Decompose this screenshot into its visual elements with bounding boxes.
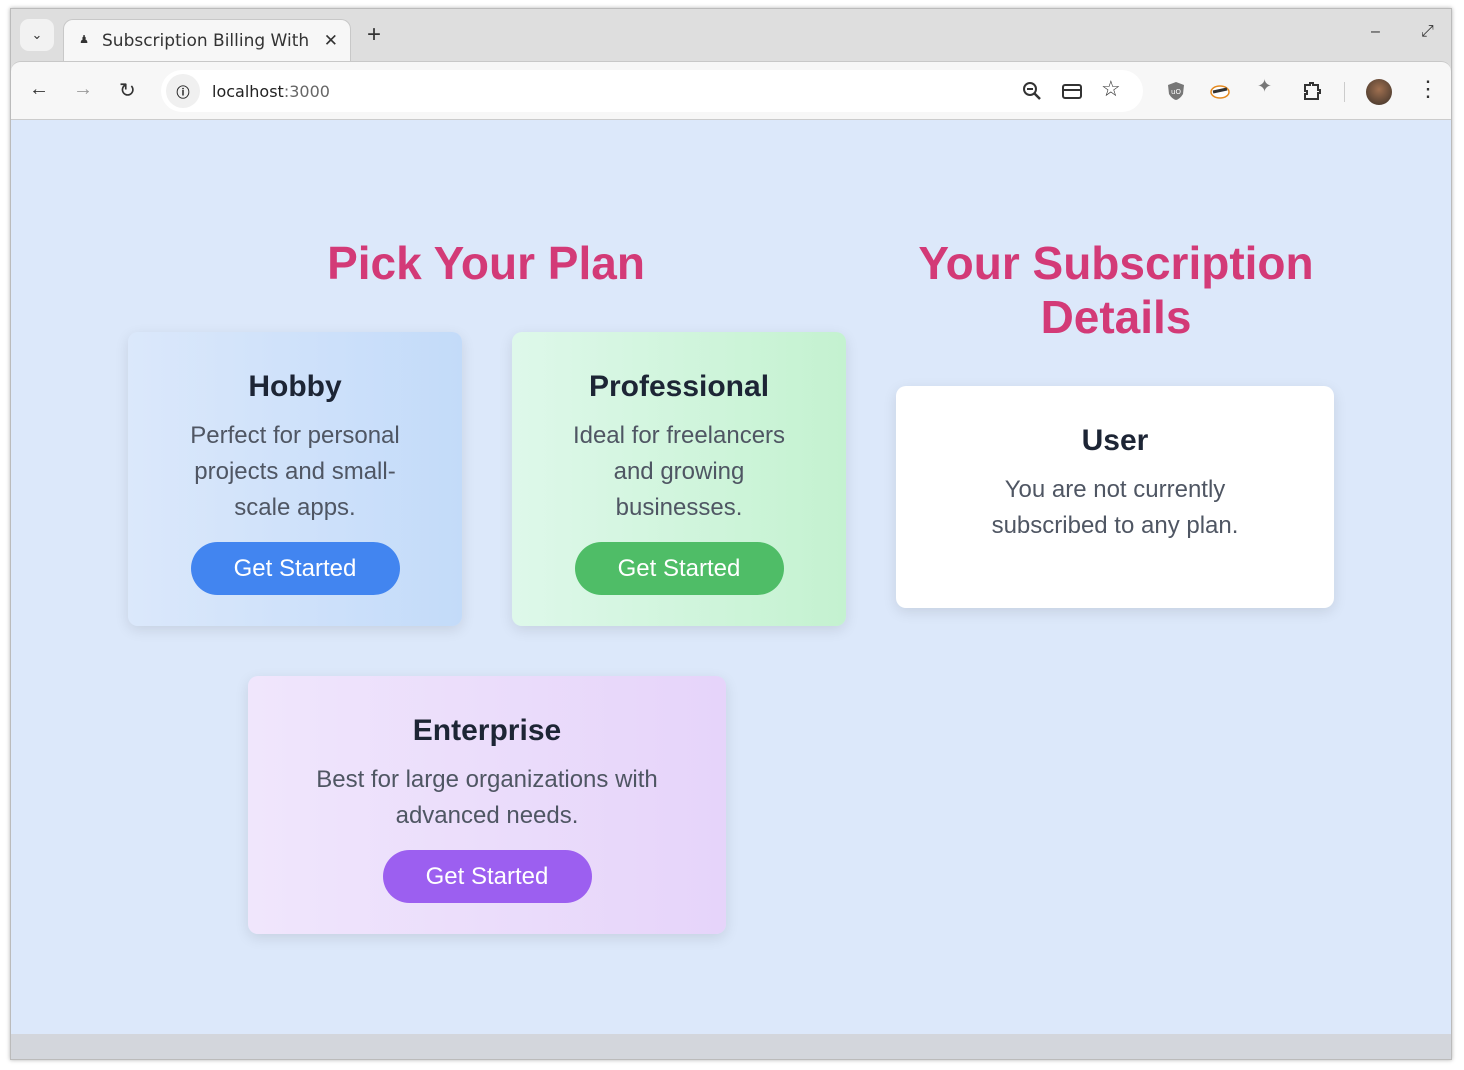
- user-title: User: [1081, 424, 1149, 457]
- close-tab-icon[interactable]: ✕: [324, 31, 338, 51]
- avatar[interactable]: [1366, 79, 1392, 105]
- plans-heading: Pick Your Plan: [327, 237, 645, 289]
- maximize-icon[interactable]: ⤢: [1421, 23, 1434, 41]
- tab-search-button[interactable]: ⌄: [20, 19, 54, 51]
- url-host: localhost: [212, 81, 284, 101]
- plan-card-hobby: Hobby Perfect for personal projects and …: [128, 332, 462, 626]
- tab-active[interactable]: ♟ Subscription Billing With ✕: [63, 19, 351, 61]
- subscription-status: You are not currently subscribed to any …: [991, 476, 1239, 539]
- svg-text:uO: uO: [1171, 88, 1181, 96]
- extensions-icon[interactable]: [1301, 80, 1323, 102]
- plan-description: Perfect for personal projects and small-…: [190, 422, 400, 521]
- url-port: :3000: [283, 81, 330, 101]
- star-icon[interactable]: ☆: [1101, 76, 1123, 101]
- subscription-heading: Your Subscription Details: [918, 237, 1314, 343]
- plan-card-enterprise: Enterprise Best for large organizations …: [248, 676, 726, 934]
- browser-window: ⌄ ♟ Subscription Billing With ✕ + – ⤢ ← …: [10, 8, 1452, 1060]
- plan-card-professional: Professional Ideal for freelancers and g…: [512, 332, 846, 626]
- address-bar[interactable]: ⓘ localhost:3000: [161, 70, 1143, 112]
- back-icon[interactable]: ←: [29, 78, 49, 101]
- ublock-icon[interactable]: uO: [1165, 80, 1187, 102]
- page-content: Pick Your Plan Your Subscription Details…: [11, 120, 1451, 1034]
- menu-icon[interactable]: ⋮: [1417, 76, 1439, 102]
- favicon-icon: ♟: [79, 33, 89, 46]
- new-tab-button[interactable]: +: [367, 21, 381, 49]
- status-bar: [11, 1034, 1451, 1059]
- subscription-card: User You are not currently subscribed to…: [896, 386, 1334, 608]
- pin-icon[interactable]: ✦: [1257, 76, 1279, 98]
- forward-icon[interactable]: →: [73, 78, 93, 101]
- plan-name: Professional: [588, 370, 770, 403]
- get-started-hobby-button[interactable]: Get Started: [190, 542, 400, 595]
- info-icon[interactable]: ⓘ: [166, 74, 200, 108]
- tab-title: Subscription Billing With: [102, 30, 310, 51]
- toolbar: ← → ↻ ⓘ localhost:3000 ☆ uO ✦ ⋮: [11, 61, 1451, 120]
- plan-name: Hobby: [248, 370, 342, 403]
- plan-description: Ideal for freelancers and growing busine…: [572, 422, 786, 521]
- divider: [1344, 82, 1345, 102]
- tab-bar: ⌄ ♟ Subscription Billing With ✕ + – ⤢: [11, 9, 1451, 61]
- card-icon[interactable]: [1061, 80, 1083, 102]
- zoom-out-icon[interactable]: [1021, 80, 1043, 102]
- badger-icon[interactable]: [1209, 80, 1231, 102]
- reload-icon[interactable]: ↻: [119, 78, 136, 103]
- plan-description: Best for large organizations with advanc…: [316, 766, 658, 829]
- get-started-professional-button[interactable]: Get Started: [574, 542, 784, 595]
- chevron-down-icon: ⌄: [31, 27, 43, 42]
- plan-name: Enterprise: [412, 714, 562, 747]
- minimize-icon[interactable]: –: [1371, 23, 1380, 41]
- get-started-enterprise-button[interactable]: Get Started: [382, 850, 592, 903]
- url-text: localhost:3000: [212, 82, 330, 101]
